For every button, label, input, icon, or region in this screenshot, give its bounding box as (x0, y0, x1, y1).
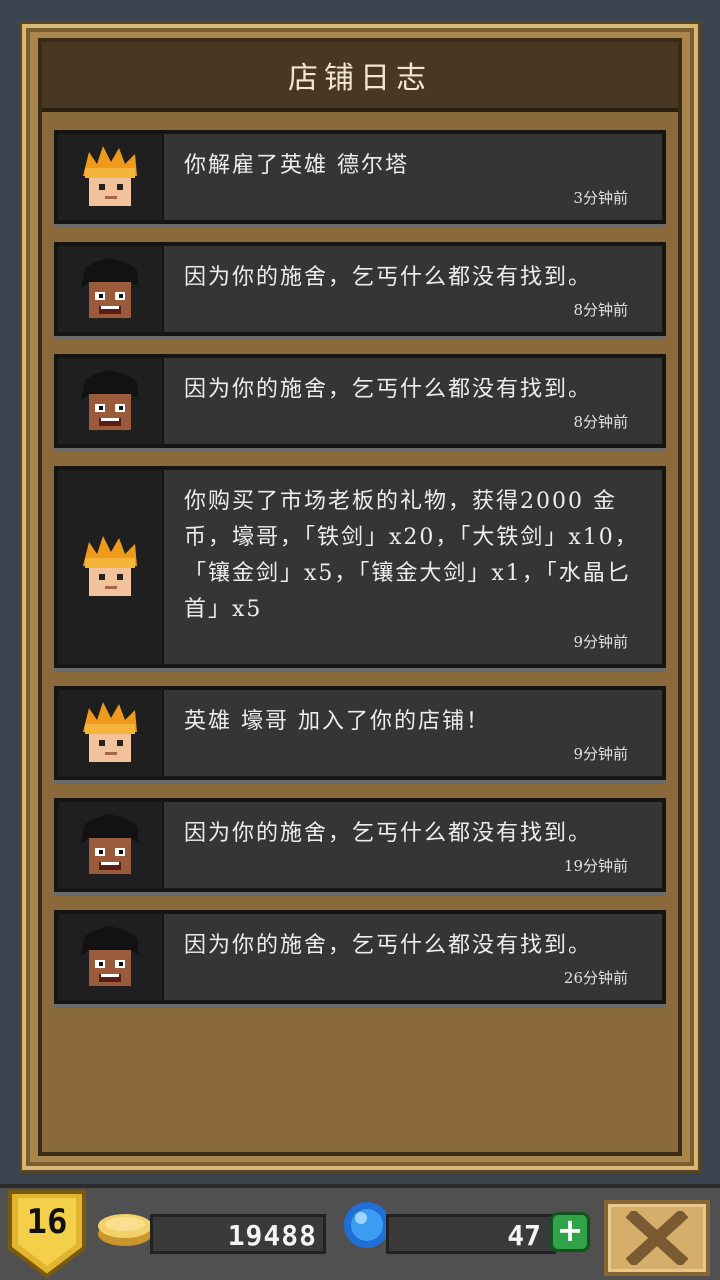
log-entry-body: 因为你的施舍，乞丐什么都没有找到。 26分钟前 (164, 914, 662, 1000)
log-entry-portrait (58, 690, 164, 776)
log-entry-portrait (58, 246, 164, 332)
beggar-avatar-icon (81, 926, 139, 986)
log-entry: 因为你的施舍，乞丐什么都没有找到。 8分钟前 (54, 354, 666, 448)
log-entry-time: 8分钟前 (573, 301, 628, 319)
log-entry-portrait (58, 802, 164, 888)
close-icon (626, 1211, 688, 1265)
log-entry-text: 你解雇了英雄 德尔塔 (184, 153, 409, 178)
log-entry-body: 你解雇了英雄 德尔塔 3分钟前 (164, 134, 662, 220)
level-badge: 16 (6, 1188, 88, 1280)
log-entry-time: 3分钟前 (573, 189, 628, 207)
gem-value: 47 (507, 1219, 541, 1252)
log-entry-time: 26分钟前 (563, 969, 628, 987)
log-entry-portrait (58, 134, 164, 220)
log-entry: 英雄 壕哥 加入了你的店铺！ 9分钟前 (54, 686, 666, 780)
log-entry: 因为你的施舍，乞丐什么都没有找到。 8分钟前 (54, 242, 666, 336)
log-entry-portrait (58, 914, 164, 1000)
gem-counter: 47 (386, 1214, 556, 1254)
panel-inner: 店铺日志 你解雇了英雄 德尔塔 3分钟前因为你的施舍，乞丐什么都没有找到。 8分钟前… (38, 38, 682, 1156)
log-entry-text: 你购买了市场老板的礼物，获得2000 金币，壕哥，「铁剑」x20，「大铁剑」x1… (184, 489, 639, 622)
store-log-panel: 店铺日志 你解雇了英雄 德尔塔 3分钟前因为你的施舍，乞丐什么都没有找到。 8分钟前… (22, 24, 698, 1170)
log-entry-body: 因为你的施舍，乞丐什么都没有找到。 19分钟前 (164, 802, 662, 888)
coin-value: 19488 (227, 1219, 317, 1252)
log-entry: 你购买了市场老板的礼物，获得2000 金币，壕哥，「铁剑」x20，「大铁剑」x1… (54, 466, 666, 668)
log-entry-text: 因为你的施舍，乞丐什么都没有找到。 (184, 377, 593, 402)
level-value: 16 (26, 1202, 68, 1242)
log-entry-body: 你购买了市场老板的礼物，获得2000 金币，壕哥，「铁剑」x20，「大铁剑」x1… (164, 470, 662, 664)
log-list[interactable]: 你解雇了英雄 德尔塔 3分钟前 因为你的施舍，乞丐什么都没有找到。 8分钟前 因为你的施… (54, 130, 666, 1022)
log-entry-time: 9分钟前 (573, 633, 628, 651)
page-title: 店铺日志 (288, 61, 432, 96)
close-button[interactable] (604, 1200, 710, 1276)
log-entry-time: 19分钟前 (563, 857, 628, 875)
log-entry-portrait (58, 470, 164, 664)
log-entry-time: 8分钟前 (573, 413, 628, 431)
coin-icon (98, 1214, 152, 1246)
hero-avatar-icon (83, 702, 137, 762)
gem-icon (344, 1202, 390, 1248)
beggar-avatar-icon (81, 258, 139, 318)
beggar-avatar-icon (81, 370, 139, 430)
log-entry: 因为你的施舍，乞丐什么都没有找到。 19分钟前 (54, 798, 666, 892)
panel-header: 店铺日志 (42, 42, 678, 112)
log-entry-body: 因为你的施舍，乞丐什么都没有找到。 8分钟前 (164, 246, 662, 332)
log-entry-text: 因为你的施舍，乞丐什么都没有找到。 (184, 265, 593, 290)
beggar-avatar-icon (81, 814, 139, 874)
hero-avatar-icon (83, 536, 137, 596)
log-entry-text: 因为你的施舍，乞丐什么都没有找到。 (184, 933, 593, 958)
log-entry-body: 因为你的施舍，乞丐什么都没有找到。 8分钟前 (164, 358, 662, 444)
log-entry-text: 英雄 壕哥 加入了你的店铺！ (184, 709, 490, 734)
log-entry-time: 9分钟前 (573, 745, 628, 763)
add-gems-button[interactable]: + (550, 1212, 590, 1252)
hero-avatar-icon (83, 146, 137, 206)
log-entry: 你解雇了英雄 德尔塔 3分钟前 (54, 130, 666, 224)
log-entry-body: 英雄 壕哥 加入了你的店铺！ 9分钟前 (164, 690, 662, 776)
log-entry-text: 因为你的施舍，乞丐什么都没有找到。 (184, 821, 593, 846)
bottom-bar: 16 19488 47 + (0, 1184, 720, 1280)
log-entry: 因为你的施舍，乞丐什么都没有找到。 26分钟前 (54, 910, 666, 1004)
coin-counter: 19488 (150, 1214, 326, 1254)
log-entry-portrait (58, 358, 164, 444)
